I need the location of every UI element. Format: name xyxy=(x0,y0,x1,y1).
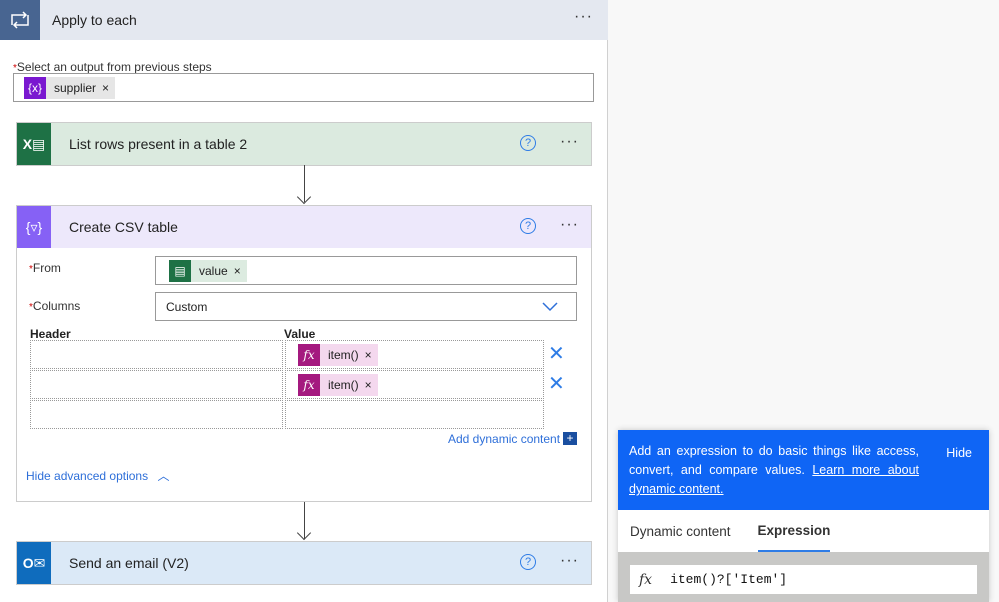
columns-dropdown[interactable]: Custom xyxy=(155,292,577,321)
remove-token-button[interactable]: × xyxy=(365,348,378,362)
create-csv-title: Create CSV table xyxy=(69,219,178,235)
select-output-label: *Select an output from previous steps xyxy=(13,60,212,74)
select-output-input[interactable]: {x} supplier × xyxy=(13,73,594,102)
add-icon[interactable]: + xyxy=(563,432,577,445)
tab-dynamic-content[interactable]: Dynamic content xyxy=(630,510,731,552)
expression-token: fx item() × xyxy=(298,344,378,366)
add-dynamic-content-link[interactable]: Add dynamic content xyxy=(448,432,560,446)
remove-token-button[interactable]: × xyxy=(234,264,247,278)
send-email-title: Send an email (V2) xyxy=(69,555,189,571)
help-icon[interactable]: ? xyxy=(520,135,536,151)
dynamic-content-popup: Add an expression to do basic things lik… xyxy=(618,430,989,602)
remove-token-button[interactable]: × xyxy=(102,81,115,95)
columns-label: *Columns xyxy=(29,299,81,313)
function-icon: fx xyxy=(298,374,320,396)
header-cell-input[interactable] xyxy=(30,370,283,399)
outlook-icon: O ✉ xyxy=(17,542,51,584)
expression-input[interactable]: fx item()?['Item'] xyxy=(630,565,977,594)
more-options-button[interactable]: ··· xyxy=(560,552,579,570)
value-token: ▤ value × xyxy=(169,260,247,282)
header-cell-input[interactable] xyxy=(30,340,283,369)
from-label: *From xyxy=(29,261,61,275)
expression-token: fx item() × xyxy=(298,374,378,396)
chevron-up-icon: ︿ xyxy=(157,469,170,483)
from-input[interactable]: ▤ value × xyxy=(155,256,577,285)
help-icon[interactable]: ? xyxy=(520,218,536,234)
remove-token-button[interactable]: × xyxy=(365,378,378,392)
create-csv-header[interactable]: {▿} Create CSV table ? ··· xyxy=(17,206,591,248)
more-options-button[interactable]: ··· xyxy=(574,8,593,26)
list-rows-card[interactable]: X ▤ List rows present in a table 2 ? ··· xyxy=(16,122,592,166)
help-icon[interactable]: ? xyxy=(520,554,536,570)
apply-to-each-title: Apply to each xyxy=(52,12,137,28)
delete-row-icon[interactable]: ✕ xyxy=(548,371,565,396)
send-email-card[interactable]: O ✉ Send an email (V2) ? ··· xyxy=(16,541,592,585)
hide-button[interactable]: Hide xyxy=(946,444,972,463)
loop-icon xyxy=(0,0,40,40)
header-column-label: Header xyxy=(30,327,71,341)
header-cell-input[interactable] xyxy=(30,400,283,429)
function-icon: fx xyxy=(639,571,653,588)
list-rows-title: List rows present in a table 2 xyxy=(69,136,248,152)
expression-info-banner: Add an expression to do basic things lik… xyxy=(618,430,989,510)
data-operation-icon: {▿} xyxy=(17,206,51,248)
value-column-label: Value xyxy=(284,327,316,341)
chevron-down-icon xyxy=(542,302,558,312)
value-cell-input[interactable]: fx item() × xyxy=(285,340,544,369)
excel-icon: X ▤ xyxy=(17,123,51,165)
value-cell-input[interactable] xyxy=(285,400,544,429)
supplier-token: {x} supplier × xyxy=(24,77,116,99)
variable-icon: {x} xyxy=(24,77,46,99)
more-options-button[interactable]: ··· xyxy=(560,133,579,151)
more-options-button[interactable]: ··· xyxy=(560,216,579,234)
hide-advanced-options-link[interactable]: Hide advanced options ︿ xyxy=(26,467,169,484)
delete-row-icon[interactable]: ✕ xyxy=(548,341,565,366)
excel-icon: ▤ xyxy=(169,260,191,282)
tab-expression[interactable]: Expression xyxy=(757,510,831,552)
function-icon: fx xyxy=(298,344,320,366)
value-cell-input[interactable]: fx item() × xyxy=(285,370,544,399)
